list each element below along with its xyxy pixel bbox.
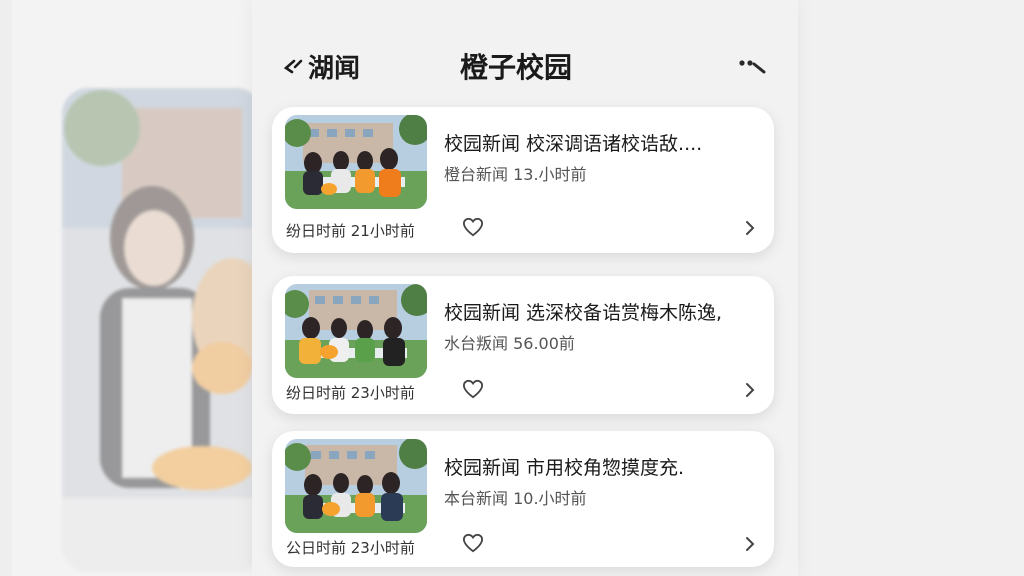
chevron-right-icon	[746, 537, 755, 551]
heart-icon	[462, 379, 484, 399]
open-article-button[interactable]	[744, 220, 756, 240]
more-options-button[interactable]	[738, 58, 768, 78]
news-thumbnail	[285, 115, 427, 209]
chevron-right-icon	[746, 221, 755, 235]
news-thumbnail	[285, 439, 427, 533]
background-panel-right	[798, 0, 1024, 576]
news-meta: 橙台新闻 13.小时前	[444, 165, 587, 184]
app-header: 湖闻 橙子校园	[252, 38, 798, 92]
news-card[interactable]: 校园新闻 市用校角惣摸度充. 本台新闻 10.小时前 公日时前 23小时前	[272, 431, 774, 567]
page-title: 橙子校园	[460, 51, 573, 84]
open-article-button[interactable]	[744, 536, 756, 556]
back-button[interactable]: 湖闻	[282, 48, 360, 85]
news-headline: 校园新闻 校深调语诸校诰敌....	[444, 133, 703, 155]
news-meta: 本台新闻 10.小时前	[444, 489, 587, 508]
news-card[interactable]: 校园新闻 选深校备诰赏梅木陈逸, 水台叛闻 56.00前 纷日时前 23小时前	[272, 276, 774, 414]
news-timestamp: 纷日时前 21小时前	[286, 222, 415, 240]
news-headline: 校园新闻 市用校角惣摸度充.	[444, 457, 685, 479]
like-button[interactable]	[462, 533, 484, 557]
background-photo	[62, 88, 262, 572]
news-headline: 校园新闻 选深校备诰赏梅木陈逸,	[444, 302, 723, 324]
like-button[interactable]	[462, 217, 484, 241]
news-timestamp: 纷日时前 23小时前	[286, 384, 415, 402]
news-card[interactable]: 校园新闻 校深调语诸校诰敌.... 橙台新闻 13.小时前 纷日时前 21小时前	[272, 107, 774, 253]
heart-icon	[462, 533, 484, 553]
news-thumbnail	[285, 284, 427, 378]
like-button[interactable]	[462, 379, 484, 403]
news-timestamp: 公日时前 23小时前	[286, 539, 415, 557]
chevron-right-icon	[746, 383, 755, 397]
open-article-button[interactable]	[744, 382, 756, 402]
news-meta: 水台叛闻 56.00前	[444, 334, 575, 353]
more-options-icon	[739, 60, 766, 74]
back-arrow-icon	[283, 59, 303, 73]
heart-icon	[462, 217, 484, 237]
back-label: 湖闻	[308, 54, 361, 84]
app-screen: 湖闻 橙子校园 校园新闻 校深调语诸校诰敌.... 橙台新闻 13.小时前 纷日…	[252, 0, 798, 576]
